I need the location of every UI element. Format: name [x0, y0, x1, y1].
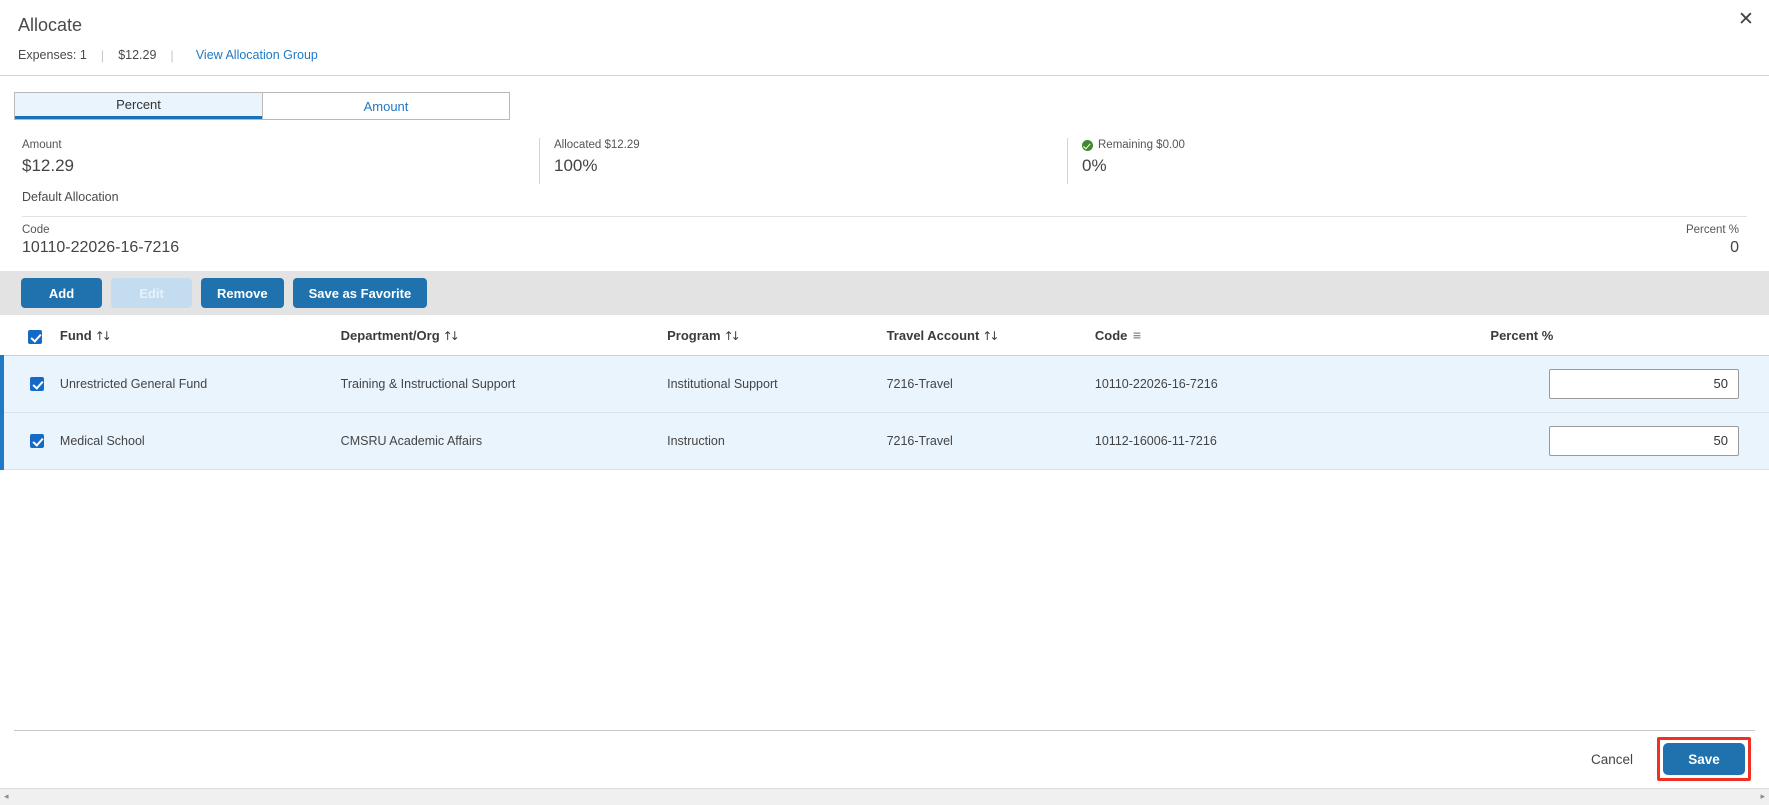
- header-department-org-label: Department/Org: [340, 328, 440, 344]
- cell-percent: [1490, 412, 1769, 470]
- default-allocation-heading: Default Allocation: [22, 190, 119, 204]
- default-percent-value: 0: [1730, 239, 1739, 256]
- table-body: Unrestricted General Fund Training & Ins…: [0, 355, 1769, 470]
- cell-department-org: Training & Instructional Support: [340, 355, 668, 413]
- allocation-summary: Amount $12.29 Allocated $12.29 100% Rema…: [0, 138, 1769, 184]
- header-select-all: [2, 315, 60, 356]
- row-checkbox[interactable]: [30, 376, 44, 391]
- header-fund-label: Fund: [59, 328, 92, 344]
- tab-percent[interactable]: Percent: [15, 93, 262, 119]
- page-title: Allocate: [18, 15, 83, 35]
- modal-header: Allocate Expenses: 1 | $12.29 | View All…: [0, 0, 1769, 75]
- separator: |: [170, 47, 174, 63]
- allocations-table: Fund ↑↓ Department/Org ↑↓ Program ↑↓ Travel…: [0, 315, 1769, 470]
- table-header-row: Fund ↑↓ Department/Org ↑↓ Program ↑↓ Travel…: [2, 315, 1769, 356]
- default-percent-col: Percent % 0: [1686, 223, 1739, 259]
- header-fund[interactable]: Fund ↑↓: [59, 315, 341, 356]
- header-code[interactable]: Code ≡: [1094, 315, 1491, 356]
- table-row: Unrestricted General Fund Training & Ins…: [0, 355, 1769, 413]
- expenses-count: Expenses: 1: [18, 48, 87, 62]
- tab-amount[interactable]: Amount: [262, 93, 509, 119]
- cell-code: 10112-16006-11-7216: [1094, 412, 1491, 470]
- cell-travel-account: 7216-Travel: [886, 412, 1095, 470]
- percent-input[interactable]: [1549, 368, 1739, 399]
- summary-remaining-value: 0%: [1082, 156, 1107, 175]
- header-department-org[interactable]: Department/Org ↑↓: [340, 315, 668, 356]
- sort-ascending-icon[interactable]: ≡: [1132, 329, 1141, 342]
- close-icon[interactable]: ✕: [1735, 8, 1757, 30]
- modal-footer: Cancel Save: [0, 730, 1769, 788]
- cell-program: Instruction: [667, 412, 887, 470]
- cell-program: Institutional Support: [667, 355, 887, 413]
- save-as-favorite-button[interactable]: Save as Favorite: [292, 278, 428, 308]
- sort-icon[interactable]: ↑↓: [95, 329, 112, 343]
- default-percent-label: Percent %: [1685, 224, 1739, 236]
- select-all-checkbox[interactable]: [28, 329, 42, 344]
- sort-icon[interactable]: ↑↓: [443, 329, 460, 343]
- header-percent-label: Percent %: [1490, 328, 1554, 344]
- add-button[interactable]: Add: [21, 278, 102, 308]
- allocate-modal: Allocate Expenses: 1 | $12.29 | View All…: [0, 0, 1769, 805]
- summary-amount: Amount $12.29: [14, 138, 539, 184]
- header-percent: Percent %: [1490, 315, 1769, 356]
- edit-button: Edit: [111, 278, 192, 308]
- sort-icon[interactable]: ↑↓: [982, 329, 999, 343]
- cell-percent: [1490, 355, 1769, 413]
- summary-remaining: Remaining $0.00 0%: [1067, 138, 1587, 184]
- expense-amount: $12.29: [118, 48, 157, 62]
- check-circle-icon: [1082, 139, 1093, 151]
- scroll-left-arrow-icon[interactable]: ◂: [4, 792, 9, 802]
- summary-remaining-label-row: Remaining $0.00: [1082, 138, 1587, 152]
- row-select-cell: [0, 412, 60, 470]
- cancel-button[interactable]: Cancel: [1577, 746, 1647, 773]
- summary-allocated-label: Allocated $12.29: [554, 139, 640, 151]
- remove-button[interactable]: Remove: [201, 278, 284, 308]
- sort-icon[interactable]: ↑↓: [724, 329, 741, 343]
- allocation-mode-toggle-wrap: Percent Amount: [0, 76, 1769, 120]
- scroll-right-arrow-icon[interactable]: ▸: [1760, 792, 1765, 802]
- cell-code: 10110-22026-16-7216: [1094, 355, 1491, 413]
- summary-allocated-value: 100%: [554, 156, 598, 175]
- header-program-label: Program: [667, 328, 721, 344]
- summary-allocated: Allocated $12.29 100%: [539, 138, 1067, 184]
- allocation-mode-toggle: Percent Amount: [14, 92, 510, 120]
- cell-fund: Medical School: [59, 412, 341, 470]
- header-program[interactable]: Program ↑↓: [667, 315, 887, 356]
- view-allocation-group-link[interactable]: View Allocation Group: [196, 48, 318, 62]
- expense-summary-bar: Expenses: 1 | $12.29 | View Allocation G…: [18, 46, 1751, 64]
- allocation-toolbar: Add Edit Remove Save as Favorite: [0, 271, 1769, 315]
- row-select-cell: [0, 355, 60, 413]
- percent-input[interactable]: [1549, 425, 1739, 456]
- summary-remaining-label: Remaining $0.00: [1098, 139, 1185, 151]
- cell-travel-account: 7216-Travel: [886, 355, 1095, 413]
- header-travel-account[interactable]: Travel Account ↑↓: [886, 315, 1095, 356]
- horizontal-scrollbar[interactable]: ◂ ▸: [0, 788, 1769, 805]
- default-code-value: 10110-22026-16-7216: [22, 239, 180, 256]
- separator: |: [100, 47, 105, 63]
- summary-amount-label: Amount: [22, 139, 62, 151]
- cell-department-org: CMSRU Academic Affairs: [340, 412, 668, 470]
- save-button-highlight: Save: [1657, 737, 1751, 781]
- default-allocation-row: Code 10110-22026-16-7216 Percent % 0: [0, 217, 1769, 259]
- save-button[interactable]: Save: [1663, 743, 1745, 775]
- row-checkbox[interactable]: [30, 433, 44, 448]
- header-travel-account-label: Travel Account: [886, 328, 980, 344]
- summary-amount-value: $12.29: [22, 156, 74, 175]
- default-code-label: Code: [22, 224, 50, 236]
- cell-fund: Unrestricted General Fund: [59, 355, 341, 413]
- default-code-col: Code 10110-22026-16-7216: [22, 223, 179, 259]
- table-row: Medical School CMSRU Academic Affairs In…: [0, 412, 1769, 470]
- header-code-label: Code: [1094, 328, 1128, 344]
